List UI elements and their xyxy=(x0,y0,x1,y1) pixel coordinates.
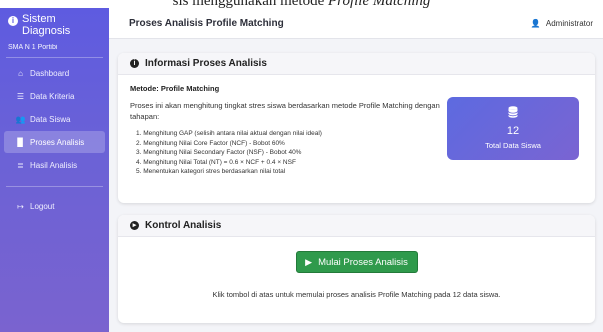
list-icon: ☰ xyxy=(16,91,25,101)
user-name: Administrator xyxy=(545,18,593,28)
sidebar-item-label: Data Siswa xyxy=(30,114,71,124)
button-label: Mulai Proses Analisis xyxy=(318,256,408,268)
info-card: i Informasi Proses Analisis Metode: Prof… xyxy=(118,53,595,203)
control-card-header: ▸ Kontrol Analisis xyxy=(118,215,595,237)
description: Proses ini akan menghitung tingkat stres… xyxy=(130,101,440,121)
database-icon xyxy=(447,106,579,121)
content: i Informasi Proses Analisis Metode: Prof… xyxy=(109,39,603,323)
list-item: 3. Menghitung Nilai Secondary Factor (NS… xyxy=(136,149,302,157)
sidebar-divider xyxy=(6,57,103,58)
steps-list: 1. Menghitung GAP (selisih antara nilai … xyxy=(130,129,447,177)
user-menu[interactable]: 👤 Administrator xyxy=(531,19,593,28)
sidebar-item-logout[interactable]: ↦ Logout xyxy=(4,195,105,217)
sidebar-item-label: Logout xyxy=(30,201,55,211)
sidebar-item-label: Data Kriteria xyxy=(30,91,75,101)
control-card: ▸ Kontrol Analisis ▶ Mulai Proses Analis… xyxy=(118,215,595,323)
sidebar-item-label: Dashboard xyxy=(30,68,70,78)
chart-list-icon: ≣ xyxy=(17,160,24,170)
main-area: Proses Analisis Profile Matching 👤 Admin… xyxy=(109,8,603,332)
brand: i Sistem Diagnosis SMA N 1 Portibi xyxy=(0,8,109,51)
logout-icon: ↦ xyxy=(17,201,24,211)
list-item: 4. Menghitung Nilai Total (NT) = 0.6 × N… xyxy=(136,158,296,166)
sidebar-item-label: Proses Analisis xyxy=(30,137,85,147)
page-title: Proses Analisis Profile Matching xyxy=(129,17,284,29)
brand-title: Sistem Diagnosis xyxy=(22,13,71,37)
sidebar-divider xyxy=(6,186,103,187)
list-item: 2. Menghitung Nilai Core Factor (NCF) - … xyxy=(136,139,285,147)
user-icon: 👤 xyxy=(530,18,541,28)
play-icon: ▶ xyxy=(305,256,313,267)
users-icon: 👥 xyxy=(15,114,26,124)
sidebar-item-dashboard[interactable]: ⌂ Dashboard xyxy=(4,62,105,84)
hint-text: Klik tombol di atas untuk memulai proses… xyxy=(212,290,501,299)
caption-prefix: sis menggunakan metode xyxy=(172,0,329,8)
list-item: 5. Menentukan kategori stres berdasarkan… xyxy=(136,168,286,176)
caption-italic: Profile Matching xyxy=(328,0,431,8)
topbar: Proses Analisis Profile Matching 👤 Admin… xyxy=(109,8,603,39)
sidebar-item-data-kriteria[interactable]: ☰ Data Kriteria xyxy=(4,85,105,107)
play-circle-icon: ▸ xyxy=(130,221,139,230)
method-label: Metode: Profile Matching xyxy=(130,84,220,93)
brand-subtitle: SMA N 1 Portibi xyxy=(8,44,58,51)
sidebar-item-proses-analisis[interactable]: ▉ Proses Analisis xyxy=(4,131,105,153)
document-caption: sis menggunakan metode Profile Matching xyxy=(0,0,603,8)
document-icon: ▉ xyxy=(17,137,24,147)
info-icon: i xyxy=(8,16,18,26)
sidebar-item-hasil-analisis[interactable]: ≣ Hasil Analisis xyxy=(4,154,105,176)
start-analysis-button[interactable]: ▶ Mulai Proses Analisis xyxy=(295,251,418,273)
sidebar-item-data-siswa[interactable]: 👥 Data Siswa xyxy=(4,108,105,130)
sidebar-item-label: Hasil Analisis xyxy=(30,160,78,170)
info-card-header: i Informasi Proses Analisis xyxy=(118,53,595,75)
info-text: Metode: Profile Matching Proses ini akan… xyxy=(130,84,447,177)
stat-value: 12 xyxy=(506,125,520,137)
control-card-title: Kontrol Analisis xyxy=(145,220,222,231)
info-card-title: Informasi Proses Analisis xyxy=(145,58,267,69)
info-icon: i xyxy=(130,59,139,68)
stat-label: Total Data Siswa xyxy=(485,141,541,150)
total-students-stat: 12 Total Data Siswa xyxy=(447,97,579,160)
sidebar: i Sistem Diagnosis SMA N 1 Portibi ⌂ Das… xyxy=(0,8,109,332)
home-icon: ⌂ xyxy=(18,68,23,78)
list-item: 1. Menghitung GAP (selisih antara nilai … xyxy=(136,130,322,137)
app-window: i Sistem Diagnosis SMA N 1 Portibi ⌂ Das… xyxy=(0,8,603,332)
